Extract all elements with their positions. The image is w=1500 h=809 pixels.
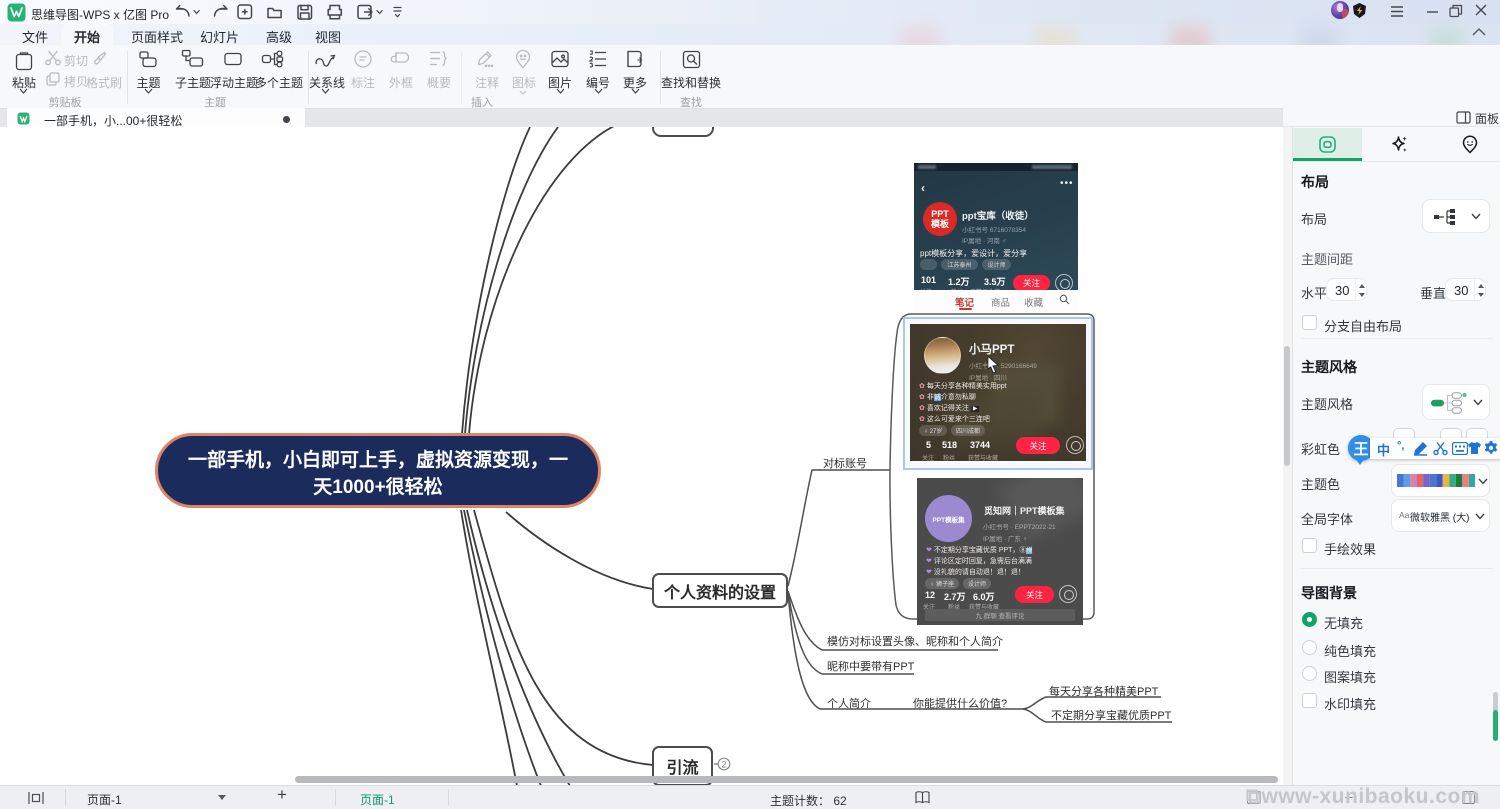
svg-text:2: 2 (721, 760, 726, 770)
